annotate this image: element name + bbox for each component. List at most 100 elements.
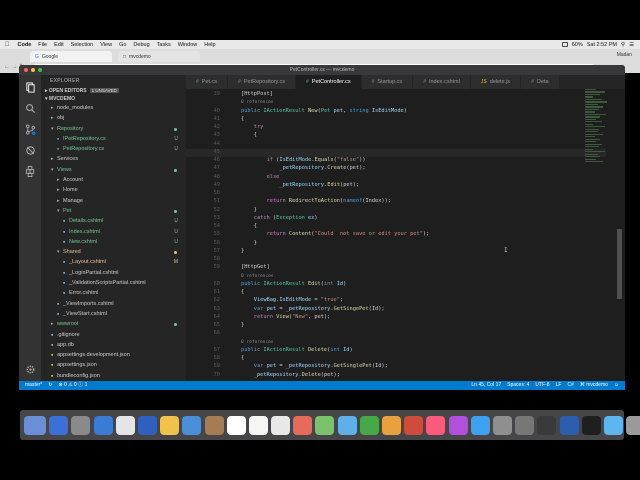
tab-delete-js[interactable]: JS delete.js xyxy=(470,75,522,89)
tree-item[interactable]: ▸ Services xyxy=(41,154,186,164)
dock-app-icon[interactable] xyxy=(137,415,157,435)
dock-app-icon[interactable] xyxy=(404,415,424,435)
menu-list-icon[interactable]: ☰ xyxy=(629,42,634,48)
code-editor[interactable]: 39 [HttpPost] 0 references 40 public IAction… xyxy=(186,89,625,381)
tab-petcontroller-cs[interactable]: # PetController.cs xyxy=(296,75,362,89)
dock-app-icon[interactable] xyxy=(470,415,490,435)
browser-tab-google[interactable]: G Google xyxy=(30,51,112,62)
dock-app-icon[interactable] xyxy=(448,415,468,435)
tree-item[interactable]: ▾ Views xyxy=(41,165,186,175)
menu-code[interactable]: Code xyxy=(14,42,35,48)
close-window-button[interactable] xyxy=(24,68,28,72)
tree-item[interactable]: ■ IPetRepository.cs U xyxy=(41,134,186,144)
dock-app-icon[interactable] xyxy=(204,415,224,435)
dock-app-icon[interactable] xyxy=(581,415,601,435)
tree-item[interactable]: ■ Details.cshtml U xyxy=(41,216,186,226)
editor-scrollbar[interactable] xyxy=(617,229,622,299)
menu-view[interactable]: View xyxy=(97,42,116,48)
code-line[interactable]: 53 catch (Exception ex) xyxy=(186,215,606,223)
wifi-icon[interactable] xyxy=(561,42,568,47)
search-icon[interactable]: ⚲ xyxy=(621,42,625,48)
code-line[interactable]: 52} xyxy=(186,207,606,215)
code-line[interactable]: 0 references xyxy=(186,99,606,107)
code-line[interactable]: 43 { xyxy=(186,132,606,140)
code-line[interactable]: 61 { xyxy=(186,289,606,297)
project-section[interactable]: ▾ MVCDEMO xyxy=(41,95,186,103)
code-line[interactable]: 50 xyxy=(186,190,606,198)
search-icon[interactable] xyxy=(24,102,36,114)
tree-item[interactable]: ■ PetRepository.cs U xyxy=(41,144,186,154)
tree-item[interactable]: ■ .gitignore xyxy=(41,330,186,340)
code-line[interactable]: 55 return Content("Could not save or edit… xyxy=(186,231,606,239)
indentation[interactable]: Spaces: 4 xyxy=(507,381,529,390)
dock-app-icon[interactable] xyxy=(271,415,291,435)
menu-debug[interactable]: Debug xyxy=(130,42,153,48)
minimize-window-button[interactable] xyxy=(31,68,35,72)
code-line[interactable]: 46 if (IsEditMode.Equals("false")) xyxy=(186,157,606,165)
source-control-icon[interactable] xyxy=(24,123,36,135)
battery-text[interactable]: 60% xyxy=(572,42,583,48)
tree-item[interactable]: ■ app.db xyxy=(41,340,186,350)
code-line[interactable]: 39 [HttpPost] xyxy=(186,91,606,99)
tree-item[interactable]: ■ _Layout.cshtml M xyxy=(41,257,186,267)
tree-item[interactable]: ▸ node_modules xyxy=(41,103,186,113)
feedback-icon[interactable]: ☺ xyxy=(614,381,619,390)
codelens-references[interactable]: 0 references xyxy=(241,274,274,279)
line-ending[interactable]: LF xyxy=(556,381,562,390)
dock-app-icon[interactable] xyxy=(559,415,579,435)
dock-app-icon[interactable] xyxy=(537,415,557,435)
cursor-position[interactable]: Ln 45, Col 17 xyxy=(471,381,501,390)
code-line[interactable]: 64 return View("New", pet); xyxy=(186,314,606,322)
dock-app-icon[interactable] xyxy=(160,415,180,435)
dock-app-icon[interactable] xyxy=(226,415,246,435)
code-line[interactable]: 62 ViewBag.IsEditMode = "true"; xyxy=(186,297,606,305)
dock-app-icon[interactable] xyxy=(182,415,202,435)
code-line[interactable]: 60 public IActionResult Edit(int Id) xyxy=(186,281,606,289)
tree-item[interactable]: ■ New.cshtml U xyxy=(41,237,186,247)
tab-startup-cs[interactable]: # Startup.cs xyxy=(361,75,414,89)
debug-icon[interactable] xyxy=(24,144,36,156)
code-line[interactable]: 70 _petRepository.Delete(pet); xyxy=(186,372,606,380)
menu-edit[interactable]: Edit xyxy=(51,42,67,48)
dock-app-icon[interactable] xyxy=(248,415,268,435)
code-line[interactable]: 0 references xyxy=(186,339,606,347)
tab-petrepository-cs[interactable]: # PetRepository.cs xyxy=(228,75,297,89)
tree-item[interactable]: ▸ wwwroot xyxy=(41,319,186,329)
dock-app-icon[interactable] xyxy=(71,415,91,435)
project-indicator[interactable]: ⌘ mvcdemo xyxy=(580,381,608,390)
dock-app-icon[interactable] xyxy=(382,415,401,435)
code-line[interactable]: 59 [HttpGet] xyxy=(186,264,606,272)
extensions-icon[interactable] xyxy=(24,165,36,177)
code-line[interactable]: 66 xyxy=(186,330,606,338)
menu-help[interactable]: Help xyxy=(201,42,219,48)
tree-item[interactable]: ▸ obj xyxy=(41,113,186,123)
code-line[interactable]: 68 { xyxy=(186,355,606,363)
git-branch[interactable]: master* xyxy=(25,381,42,390)
encoding[interactable]: UTF-8 xyxy=(535,381,549,390)
tree-item[interactable]: ■ _ViewImports.cshtml xyxy=(41,299,186,309)
dock-app-icon[interactable] xyxy=(49,415,69,435)
tree-item[interactable]: ▾ Shared xyxy=(41,247,186,257)
menu-go[interactable]: Go xyxy=(116,42,130,48)
code-line[interactable]: 65} xyxy=(186,322,606,330)
tree-item[interactable]: ■ appsettings.json xyxy=(41,360,186,370)
sync-icon[interactable]: ↻ xyxy=(48,381,52,390)
tree-item[interactable]: ▾ Pet xyxy=(41,206,186,216)
dock-app-icon[interactable] xyxy=(603,415,623,435)
tab-index-cshtml[interactable]: # Index.cshtml xyxy=(413,75,471,89)
code-line[interactable]: 58 xyxy=(186,256,606,264)
dock-app-icon[interactable] xyxy=(293,415,313,435)
dock-app-icon[interactable] xyxy=(626,415,640,435)
settings-gear-icon[interactable] xyxy=(24,363,36,375)
code-line[interactable]: 63 var pet = _petRepository.GetSingePet(I… xyxy=(186,306,606,314)
tree-item[interactable]: ■ Error.cshtml xyxy=(41,288,186,298)
tree-item[interactable]: ■ _ValidationScriptsPartial.cshtml xyxy=(41,278,186,288)
code-line[interactable]: 49 _petRepository.Edit(pet); xyxy=(186,182,606,190)
code-line[interactable]: 42 try xyxy=(186,124,606,132)
tree-item[interactable]: ■ _ViewStart.cshtml xyxy=(41,309,186,319)
tab-pet-cs[interactable]: # Pet.cs xyxy=(186,75,229,89)
menu-tasks[interactable]: Tasks xyxy=(153,42,174,48)
tree-item[interactable]: ■ Index.cshtml U xyxy=(41,227,186,237)
explorer-icon[interactable] xyxy=(24,81,36,93)
menu-file[interactable]: File xyxy=(35,42,51,48)
